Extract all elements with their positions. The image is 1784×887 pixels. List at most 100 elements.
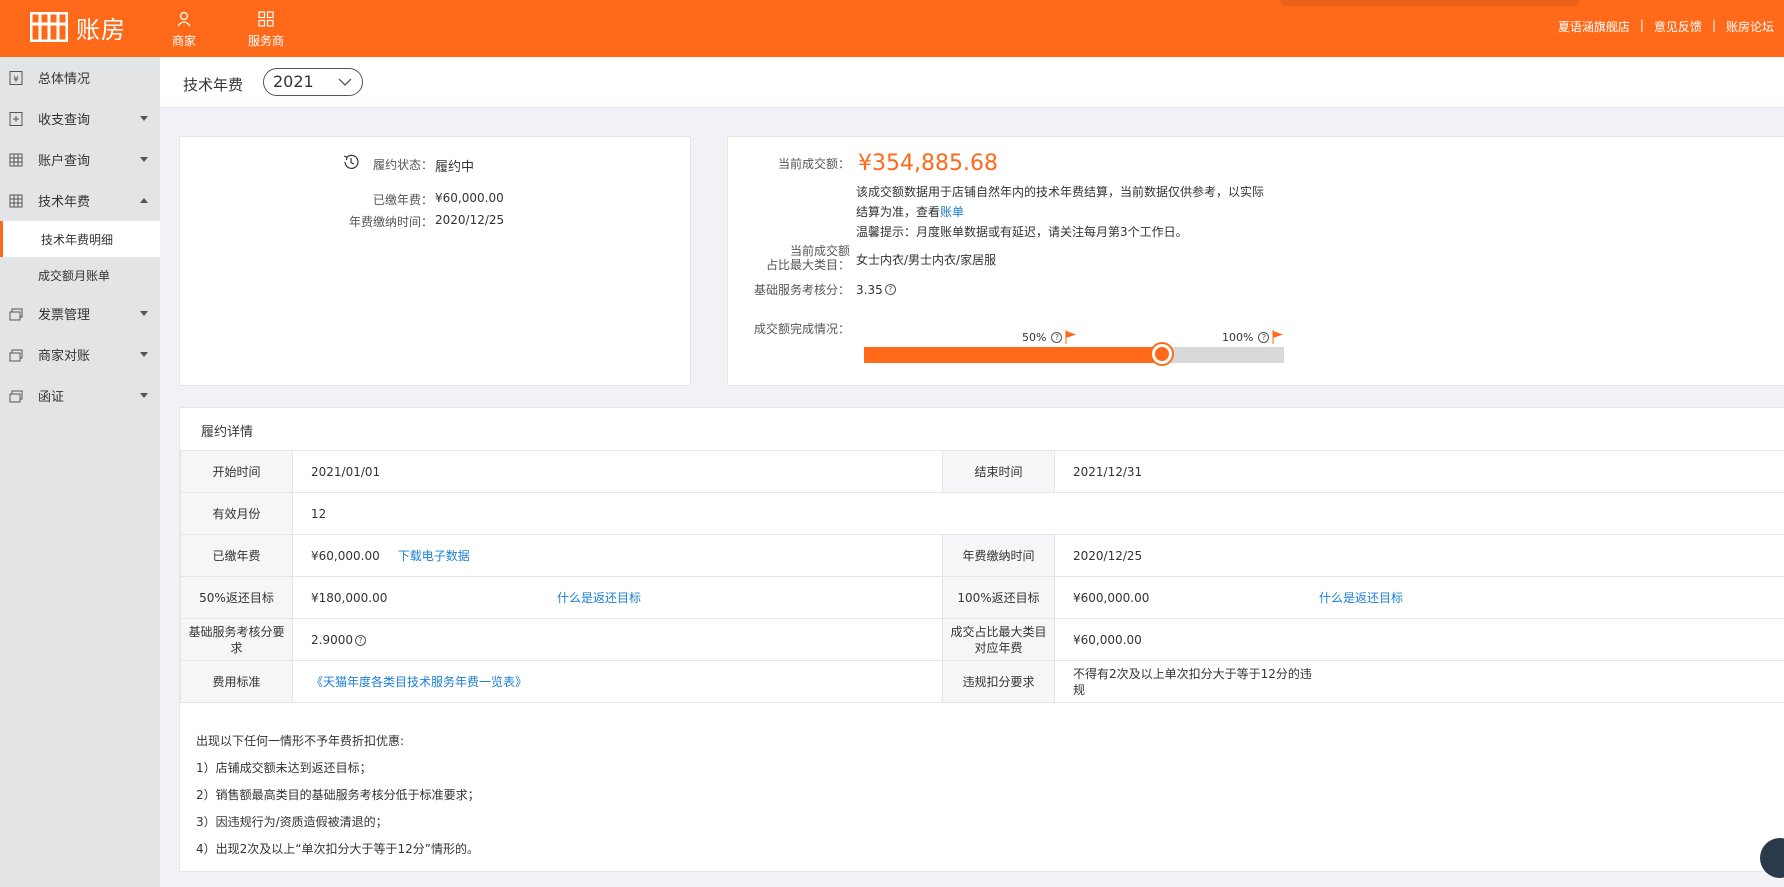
- detail-table: 开始时间 2021/01/01 结束时间 2021/12/31 有效月份 12 …: [180, 450, 1784, 703]
- help-icon[interactable]: ?: [1258, 331, 1270, 343]
- list-item: 1）店铺成交额未达到返还目标；: [196, 761, 372, 775]
- help-icon[interactable]: ?: [355, 634, 366, 646]
- sidebar-item-invoice[interactable]: 发票管理: [0, 293, 160, 334]
- label-cell: 成交占比最大类目对应年费: [942, 618, 1055, 661]
- list-item: 2）销售额最高类目的基础服务考核分低于标准要求；: [196, 788, 480, 802]
- progress-knob: [1152, 344, 1172, 364]
- sidebar-item-income[interactable]: 收支查询: [0, 98, 160, 139]
- label-cell: 有效月份: [180, 492, 293, 535]
- value-cell: 12: [292, 492, 1784, 535]
- nav-provider-label: 服务商: [248, 34, 285, 48]
- help-icon[interactable]: ?: [1051, 331, 1063, 343]
- value-cell: 不得有2次及以上单次扣分大于等于12分的违规: [1054, 660, 1784, 703]
- header-bar: 技术年费 2021: [160, 57, 1784, 108]
- nav-merchant[interactable]: 商家: [172, 10, 196, 49]
- grid-icon: [258, 11, 274, 27]
- value-cell: ¥180,000.00 什么是返还目标: [292, 576, 943, 619]
- pay-time-label: 年费缴纳时间：: [348, 215, 433, 229]
- sidebar-item-label: 收支查询: [38, 113, 91, 128]
- violation-requirement-value: 不得有2次及以上单次扣分大于等于12分的违规: [1073, 666, 1312, 697]
- shop-name-link[interactable]: 夏语涵旗舰店: [1548, 18, 1640, 35]
- label-cell: 基础服务考核分要求: [180, 618, 293, 661]
- label-cell: 已缴年费: [180, 534, 293, 577]
- sidebar-item-label: 发票管理: [38, 308, 91, 323]
- chevron-down-icon: [140, 393, 148, 398]
- target-50-value: ¥180,000.00: [311, 590, 388, 605]
- label-cell: 结束时间: [942, 450, 1055, 493]
- category-label-line-2: 占比最大类目：: [765, 258, 850, 272]
- table-row: 50%返还目标 ¥180,000.00 什么是返还目标 100%返还目标 ¥60…: [180, 576, 1784, 619]
- sidebar-item-tech-fee[interactable]: 技术年费: [0, 180, 160, 221]
- sidebar-item-label: 总体情况: [38, 72, 91, 87]
- status-value: 履约中: [435, 160, 475, 175]
- sidebar-item-label: 函证: [38, 390, 65, 405]
- user-icon: [177, 11, 191, 27]
- pay-time-value: 2020/12/25: [435, 213, 505, 227]
- nav-provider[interactable]: 服务商: [248, 10, 284, 49]
- amount-description: 该成交额数据用于店铺自然年内的技术年费结算，当前数据仅供参考，以实际 结算为准，…: [856, 182, 1276, 242]
- chevron-down-icon: [140, 311, 148, 316]
- flag-icon: [1272, 330, 1284, 344]
- score-value: 3.35: [856, 282, 883, 297]
- chevron-down-icon: [338, 78, 352, 86]
- year-select[interactable]: 2021: [263, 68, 363, 96]
- what-is-target-link[interactable]: 什么是返还目标: [557, 589, 641, 606]
- table-row: 已缴年费 ¥60,000.00 下载电子数据 年费缴纳时间 2020/12/25: [180, 534, 1784, 577]
- paid-fee-value: ¥60,000.00: [311, 548, 380, 563]
- list-item: 出现以下任何一情形不予年费折扣优惠:: [196, 734, 405, 748]
- sidebar-item-label: 技术年费: [38, 195, 91, 210]
- table-icon: [9, 153, 23, 166]
- table-row: 费用标准 《天猫年度各类目技术服务年费一览表》 违规扣分要求 不得有2次及以上单…: [180, 660, 1784, 703]
- category-value: 女士内衣/男士内衣/家居服: [856, 253, 997, 267]
- score-requirement-value: 2.9000: [311, 632, 353, 647]
- category-label-line-1: 当前成交额: [789, 244, 850, 258]
- top-bar: 账房 商家 服务商 夏语涵旗舰店 | 意见反馈 | 账房论坛: [0, 0, 1784, 57]
- sidebar-sub-tech-fee-detail[interactable]: 技术年费明细: [0, 221, 160, 257]
- category-label: 当前成交额 占比最大类目：: [738, 244, 850, 272]
- bill-link[interactable]: 账单: [940, 205, 964, 219]
- page-title: 技术年费: [183, 76, 244, 94]
- desc-line-1: 该成交额数据用于店铺自然年内的技术年费结算，当前数据仅供参考，以实际: [856, 185, 1265, 199]
- forum-link[interactable]: 账房论坛: [1716, 18, 1784, 35]
- sidebar-item-confirmation[interactable]: 函证: [0, 375, 160, 416]
- list-item: 4）出现2次及以上“单次扣分大于等于12分”情形的。: [196, 842, 479, 856]
- mark-100-label: 100%: [1222, 330, 1254, 344]
- score-label: 基础服务考核分：: [753, 283, 850, 297]
- sidebar-item-reconcile[interactable]: 商家对账: [0, 334, 160, 375]
- stack-icon: [9, 390, 23, 402]
- progress-label: 成交额完成情况：: [753, 322, 850, 336]
- value-cell: 2021/12/31: [1054, 450, 1784, 493]
- table-row: 开始时间 2021/01/01 结束时间 2021/12/31: [180, 450, 1784, 493]
- mark-50-label: 50%: [1022, 330, 1047, 344]
- summary-card: 当前成交额： ¥354,885.68 该成交额数据用于店铺自然年内的技术年费结算…: [727, 136, 1784, 386]
- fee-standard-link[interactable]: 《天猫年度各类目技术服务年费一览表》: [311, 675, 527, 689]
- sidebar-item-account[interactable]: 账户查询: [0, 139, 160, 180]
- logo[interactable]: 账房: [30, 10, 126, 44]
- paid-fee-value: ¥60,000.00: [435, 191, 504, 205]
- download-data-link[interactable]: 下载电子数据: [398, 547, 470, 564]
- mark-100: 100% ?: [1222, 330, 1284, 344]
- label-cell: 50%返还目标: [180, 576, 293, 619]
- stack-icon: [9, 349, 23, 361]
- sidebar-item-overview[interactable]: ¥ 总体情况: [0, 57, 160, 98]
- abacus-icon: [30, 12, 68, 42]
- value-cell: ¥600,000.00 什么是返还目标: [1054, 576, 1784, 619]
- table-row: 基础服务考核分要求 2.9000? 成交占比最大类目对应年费 ¥60,000.0…: [180, 618, 1784, 661]
- label-cell: 100%返还目标: [942, 576, 1055, 619]
- help-icon[interactable]: ?: [884, 284, 896, 295]
- label-cell: 违规扣分要求: [942, 660, 1055, 703]
- status-card: 履约状态： 履约中 已缴年费： ¥60,000.00 年费缴纳时间： 2020/…: [179, 136, 691, 386]
- chevron-down-icon: [140, 157, 148, 162]
- value-cell: 2021/01/01: [292, 450, 943, 493]
- year-value: 2021: [273, 72, 314, 91]
- desc-line-2: 结算为准，查看: [856, 205, 941, 219]
- detail-title: 履约详情: [201, 425, 254, 440]
- status-label: 履约状态：: [372, 158, 433, 172]
- what-is-target-link[interactable]: 什么是返还目标: [1319, 589, 1403, 606]
- value-cell: 《天猫年度各类目技术服务年费一览表》: [292, 660, 943, 703]
- value-cell: ¥60,000.00 下载电子数据: [292, 534, 943, 577]
- sidebar-sub-monthly-bill[interactable]: 成交额月账单: [0, 257, 160, 293]
- feedback-link[interactable]: 意见反馈: [1644, 18, 1712, 35]
- label-cell: 开始时间: [180, 450, 293, 493]
- chevron-up-icon: [140, 198, 148, 203]
